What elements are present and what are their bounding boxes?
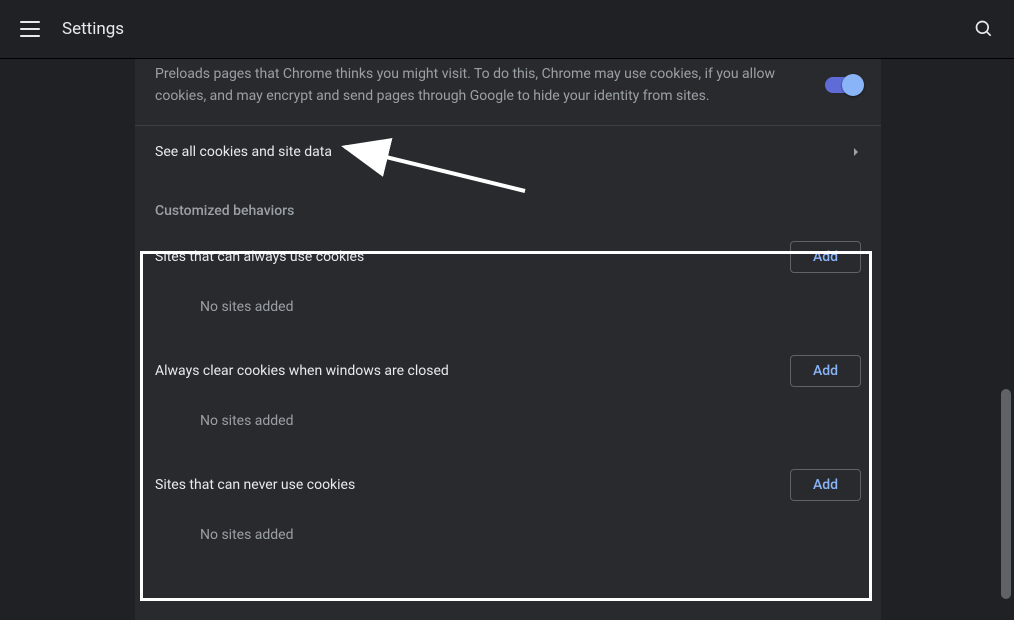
page-title: Settings — [62, 19, 124, 39]
sites-never-use-cookies-group: Sites that can never use cookies Add No … — [135, 457, 881, 571]
see-all-cookies-label: See all cookies and site data — [155, 144, 851, 160]
preload-toggle[interactable] — [825, 77, 861, 93]
search-icon[interactable] — [974, 19, 994, 39]
chevron-right-icon — [851, 147, 861, 157]
app-header: Settings — [0, 0, 1014, 58]
sites-never-header: Sites that can never use cookies Add — [135, 457, 881, 513]
sites-never-empty: No sites added — [135, 513, 881, 571]
scrollbar-track[interactable] — [1001, 59, 1011, 608]
settings-card: Preloads pages that Chrome thinks you mi… — [135, 59, 881, 620]
sites-always-title: Sites that can always use cookies — [155, 249, 790, 265]
sites-always-header: Sites that can always use cookies Add — [135, 229, 881, 285]
preload-pages-row: Preloads pages that Chrome thinks you mi… — [135, 59, 881, 126]
sites-never-title: Sites that can never use cookies — [155, 477, 790, 493]
see-all-cookies-row[interactable]: See all cookies and site data — [135, 126, 881, 179]
sites-clear-empty: No sites added — [135, 399, 881, 457]
sites-always-use-cookies-group: Sites that can always use cookies Add No… — [135, 229, 881, 343]
sites-always-empty: No sites added — [135, 285, 881, 343]
add-button-always[interactable]: Add — [790, 241, 861, 273]
sites-clear-header: Always clear cookies when windows are cl… — [135, 343, 881, 399]
scrollbar-thumb[interactable] — [1001, 389, 1011, 599]
toggle-knob — [842, 74, 864, 96]
add-button-never[interactable]: Add — [790, 469, 861, 501]
preload-description: Preloads pages that Chrome thinks you mi… — [155, 63, 825, 107]
sites-clear-on-close-group: Always clear cookies when windows are cl… — [135, 343, 881, 457]
customized-behaviors-heading: Customized behaviors — [135, 179, 881, 229]
sites-clear-title: Always clear cookies when windows are cl… — [155, 363, 790, 379]
add-button-clear[interactable]: Add — [790, 355, 861, 387]
content-viewport: Preloads pages that Chrome thinks you mi… — [0, 58, 1014, 620]
hamburger-menu-icon[interactable] — [20, 17, 44, 41]
